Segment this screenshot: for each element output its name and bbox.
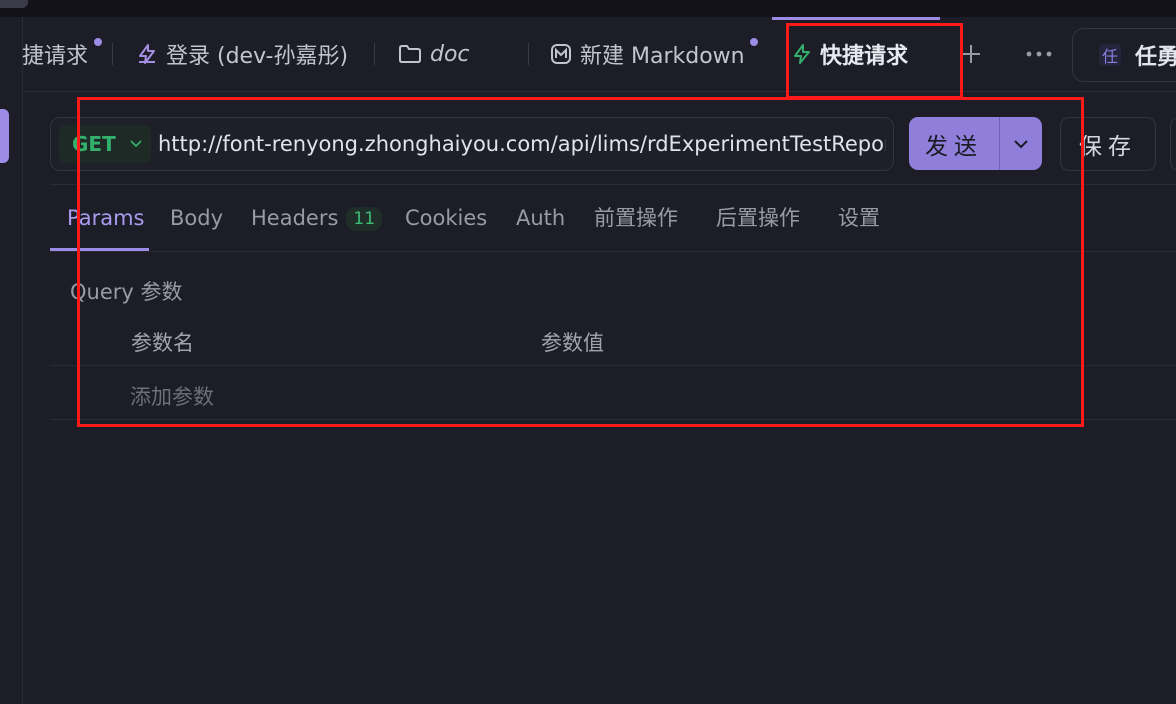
subtab-params[interactable]: Params: [67, 185, 145, 251]
unsaved-dot-icon: [750, 38, 758, 46]
tab-separator: [112, 43, 113, 65]
param-value-header: 参数值: [541, 331, 604, 355]
method-select[interactable]: GET: [59, 125, 151, 163]
subtab-pre-script[interactable]: 前置操作: [594, 185, 678, 251]
lightning-icon: [136, 43, 158, 65]
tab-separator: [374, 43, 375, 65]
tab-quick-request-1[interactable]: 捷请求: [22, 17, 102, 91]
environment-badge: 任: [1099, 44, 1121, 66]
method-label: GET: [72, 132, 116, 156]
subtab-headers[interactable]: Headers 11: [251, 185, 383, 251]
chevron-down-icon: [130, 140, 142, 148]
send-button-label: 发送: [909, 117, 1000, 170]
tab-label: 捷请求: [22, 44, 89, 69]
tab-label: doc: [430, 41, 470, 67]
more-icon: [1026, 51, 1052, 57]
divider: [50, 419, 1176, 420]
tab-label: 快捷请求: [820, 44, 909, 69]
divider: [50, 365, 1176, 366]
environment-name: 任勇: [1135, 45, 1176, 70]
sidebar-active-indicator[interactable]: [0, 109, 9, 163]
subtab-label: Headers: [251, 206, 339, 230]
folder-icon: [398, 43, 422, 65]
window-handle: [0, 0, 28, 8]
param-name-header: 参数名: [131, 331, 194, 355]
environment-selector[interactable]: 任 任勇: [1072, 28, 1176, 82]
new-tab-button[interactable]: [960, 17, 982, 91]
subtab-post-script[interactable]: 后置操作: [716, 185, 800, 251]
send-options-button[interactable]: [1000, 117, 1042, 170]
subtab-cookies[interactable]: Cookies: [405, 185, 487, 251]
request-url-bar: GET http://font-renyong.zhonghaiyou.com/…: [50, 117, 894, 171]
tab-markdown[interactable]: 新建 Markdown: [550, 17, 758, 91]
unsaved-dot-icon: [94, 38, 102, 46]
send-button[interactable]: 发送: [909, 117, 1042, 170]
save-button[interactable]: 保存: [1060, 117, 1156, 171]
markdown-icon: [550, 43, 572, 65]
url-input[interactable]: http://font-renyong.zhonghaiyou.com/api/…: [158, 118, 886, 170]
add-param-input[interactable]: 添加参数: [130, 381, 214, 411]
headers-count-badge: 11: [346, 207, 383, 231]
subtab-auth[interactable]: Auth: [516, 185, 565, 251]
left-sidebar: [0, 17, 23, 704]
tab-doc[interactable]: doc: [398, 17, 470, 91]
chevron-down-icon: [1014, 139, 1028, 148]
subtab-settings[interactable]: 设置: [838, 185, 880, 251]
more-tabs-button[interactable]: [1026, 17, 1052, 91]
subtab-body[interactable]: Body: [170, 185, 223, 251]
tab-label: 登录 (dev-孙嘉彤): [166, 44, 349, 69]
tab-quick-request-active[interactable]: 快捷请求: [792, 17, 908, 91]
extra-action-button[interactable]: [1170, 117, 1176, 171]
plus-icon: [962, 45, 980, 63]
query-params-label: Query 参数: [70, 280, 183, 304]
request-subtabs: Params Body Headers 11 Cookies Auth 前置操作 …: [50, 184, 1176, 252]
title-strip: [0, 0, 1176, 17]
tab-login[interactable]: 登录 (dev-孙嘉彤): [136, 17, 348, 91]
lightning-icon: [792, 43, 812, 65]
active-subtab-indicator: [50, 248, 149, 251]
tab-label: 新建 Markdown: [580, 44, 745, 69]
tab-bar: 捷请求 登录 (dev-孙嘉彤) doc 新建 Markdown 快捷请求 任 …: [22, 17, 1176, 92]
tab-separator: [528, 43, 529, 65]
